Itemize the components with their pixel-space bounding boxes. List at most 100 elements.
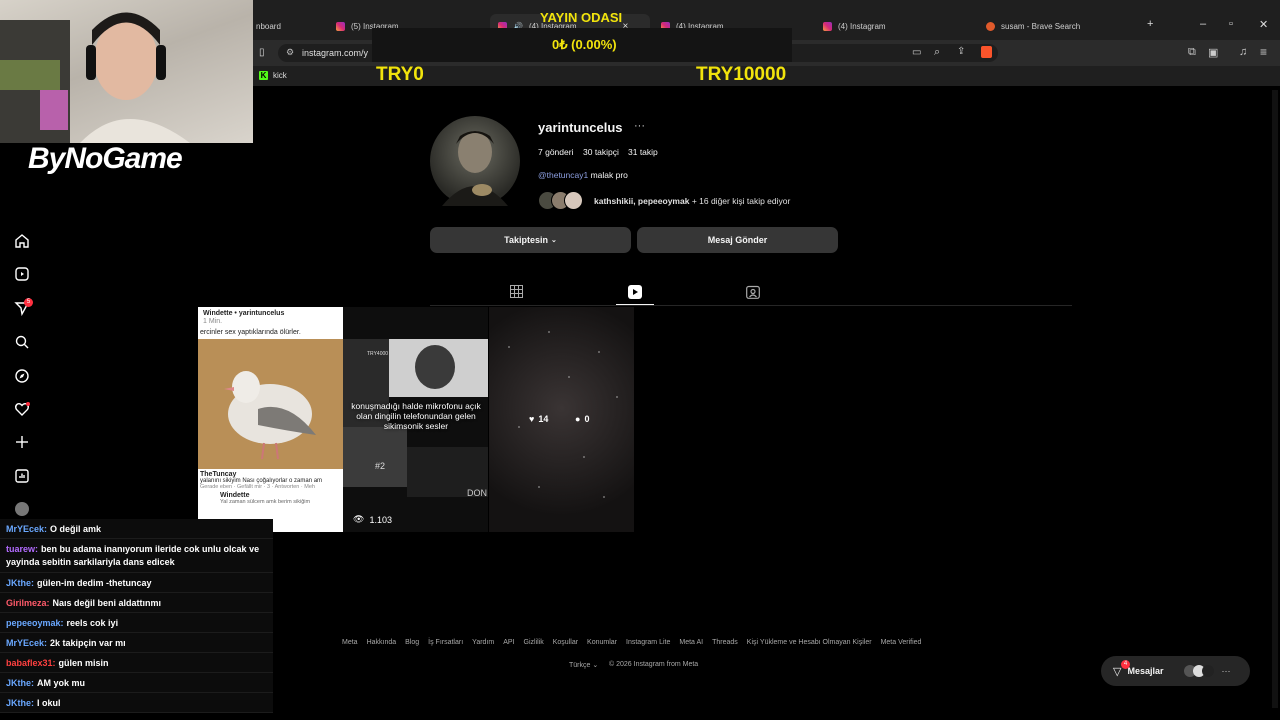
footer-link[interactable]: İş Fırsatları — [428, 639, 463, 646]
more-options-icon[interactable]: ··· — [634, 120, 645, 132]
bio-text: malak pro — [590, 170, 628, 180]
comment-text-2: Yal zaman sülcem amk berim sikiğim — [220, 499, 311, 505]
footer-link[interactable]: Koşullar — [553, 639, 578, 646]
chat-username: Girilmeza: — [6, 597, 50, 608]
browser-tab[interactable]: nboard — [256, 14, 281, 38]
goal-start: TRY0 — [376, 64, 424, 85]
stream-chat: MrYEcek: O değil amk tuarew: ben bu adama … — [0, 519, 273, 713]
new-tab-icon[interactable]: + — [1147, 18, 1153, 30]
chat-message: MrYEcek: 2k takipçin var mı — [0, 633, 273, 653]
chat-username: MrYEcek: — [6, 523, 48, 534]
bio-mention[interactable]: @thetuncay1 — [538, 170, 588, 180]
footer-link[interactable]: Instagram Lite — [626, 639, 670, 646]
posts-grid-tab-icon[interactable] — [510, 285, 523, 298]
share-icon[interactable]: ⇪ — [957, 46, 965, 57]
donation-amount: 0₺ (0.00%) — [552, 37, 617, 52]
reel-caption: konuşmadığı halde mikrofonu açık olan di… — [351, 401, 481, 431]
chat-username: babaflex31: — [6, 657, 56, 668]
following-button[interactable]: Takiptesin ⌄ — [430, 227, 631, 253]
like-count: ♥ 14 — [529, 414, 548, 424]
chat-text: gülen-im dedim -thetuncay — [37, 577, 152, 588]
menu-icon[interactable]: ≡ — [1260, 45, 1267, 59]
followed-by-avatars[interactable] — [538, 191, 583, 210]
home-icon[interactable] — [12, 231, 32, 251]
language-select[interactable]: Türkçe ⌄ — [569, 661, 598, 669]
reel-tile[interactable]: ♥ 14 ● 0 — [489, 307, 634, 532]
bookmark-icon[interactable]: ▯ — [259, 47, 265, 58]
footer-link[interactable]: Threads — [712, 639, 738, 646]
chat-message: babaflex31: gülen misin — [0, 653, 273, 673]
minimize-icon[interactable]: – — [1200, 18, 1206, 30]
donation-room-title: YAYIN ODASI — [540, 10, 623, 25]
extensions-icon[interactable]: ⧉ — [1188, 46, 1196, 59]
reels-tab-icon[interactable] — [628, 285, 642, 299]
reel-tile[interactable]: TRY4000 konuşmadığı halde mikrofonu açık… — [343, 307, 488, 532]
reel-header: Windette • yarintuncelus — [203, 310, 285, 317]
chat-text: Naıs değil beni aldattınmı — [52, 597, 162, 608]
footer-link[interactable]: Blog — [405, 639, 419, 646]
chat-text: 2k takipçin var mı — [50, 637, 126, 648]
reel-tile[interactable]: Windette • yarintuncelus 1 Min. ercinler… — [198, 307, 343, 532]
copyright: © 2026 Instagram from Meta — [609, 661, 699, 668]
footer-link[interactable]: Gizlilik — [524, 639, 544, 646]
footer-link[interactable]: Yardım — [472, 639, 494, 646]
view-count-value: 1.103 — [369, 514, 392, 525]
browser-tab[interactable]: (4) Instagram — [823, 14, 886, 38]
footer-link[interactable]: Hakkında — [367, 639, 397, 646]
chat-text: AM yok mu — [37, 677, 86, 688]
followers-count[interactable]: 30 takipçi — [583, 147, 619, 157]
view-count: 👁 1.103 — [353, 514, 392, 525]
avatar-picture — [442, 131, 508, 206]
chat-text: I okul — [37, 697, 61, 708]
explore-icon[interactable] — [12, 366, 32, 386]
page-scrollbar[interactable] — [1272, 90, 1278, 708]
chat-text: ben bu adama inanıyorum ileride cok unlu… — [6, 544, 260, 567]
footer-link[interactable]: Kişi Yükleme ve Hesabı Olmayan Kişiler — [747, 639, 872, 646]
chat-username: JKthe: — [6, 697, 35, 708]
close-window-icon[interactable]: ✕ — [1259, 18, 1268, 31]
messages-label: Mesajlar — [1127, 666, 1164, 676]
tab-label: (4) Instagram — [838, 21, 886, 31]
dashboard-icon[interactable] — [12, 466, 32, 486]
zoom-icon[interactable]: ⌕ — [934, 46, 940, 59]
reels-icon[interactable] — [12, 264, 32, 284]
profile-avatar[interactable] — [430, 116, 520, 206]
footer-link[interactable]: Konumlar — [587, 639, 617, 646]
send-message-button[interactable]: Mesaj Gönder — [637, 227, 838, 253]
messages-bar[interactable]: ▽ 4 Mesajlar ··· — [1101, 656, 1250, 686]
direct-messages-icon: ▽ — [1113, 665, 1122, 678]
tagged-tab-icon[interactable] — [746, 285, 760, 299]
kick-icon: K — [259, 71, 268, 80]
bynogame-logo: ByNoGame — [28, 142, 183, 176]
footer-link[interactable]: Meta Verified — [881, 639, 922, 646]
pigeon-image — [198, 339, 343, 469]
chat-message: JKthe: AM yok mu — [0, 673, 273, 693]
reel-time: 1 Min. — [203, 318, 223, 325]
footer-link[interactable]: Meta AI — [679, 639, 703, 646]
chat-text: gülen misin — [58, 657, 109, 668]
site-info-icon[interactable]: ⚙ — [286, 47, 294, 58]
brave-shields-icon[interactable] — [981, 46, 992, 58]
eye-icon: 👁 — [353, 514, 365, 524]
reel-thumbnail — [508, 331, 618, 498]
profile-username: yarintuncelus — [538, 120, 623, 135]
search-icon[interactable] — [12, 332, 32, 352]
goal-end: TRY10000 — [696, 64, 787, 85]
create-icon[interactable] — [12, 432, 32, 452]
followed-by-more: + 16 diğer kişi takip ediyor — [691, 196, 791, 206]
reel-corner-text: DON — [467, 488, 487, 498]
following-count[interactable]: 31 takip — [628, 147, 658, 157]
bookmark-kick[interactable]: kick — [273, 71, 287, 80]
footer-link[interactable]: Meta — [342, 639, 358, 646]
mutual-avatar — [564, 191, 583, 210]
followed-by-text[interactable]: kathshikii, pepeeoymak + 16 diğer kişi t… — [594, 196, 790, 206]
language-label: Türkçe — [569, 662, 591, 669]
footer-link[interactable]: API — [503, 639, 514, 646]
cast-icon[interactable]: ▭ — [912, 47, 921, 58]
maximize-icon[interactable]: ▫ — [1229, 18, 1233, 30]
browser-tab[interactable]: susam - Brave Search — [986, 14, 1080, 38]
media-icon[interactable]: ♫ — [1239, 46, 1247, 58]
wallet-icon[interactable]: ▣ — [1208, 46, 1218, 59]
reel-rank: #2 — [375, 461, 386, 471]
profile-avatar-icon[interactable] — [15, 502, 29, 516]
